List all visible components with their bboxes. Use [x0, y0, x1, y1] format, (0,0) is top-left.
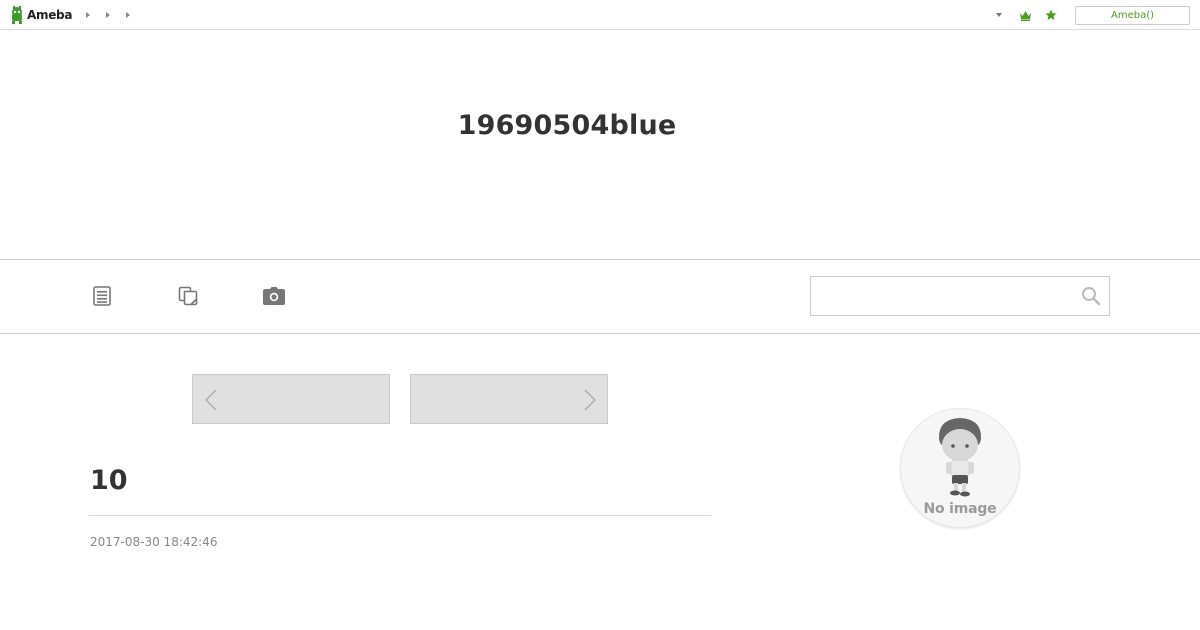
search-box [810, 276, 1110, 316]
star-icon[interactable] [1043, 7, 1059, 23]
chevron-down-icon[interactable] [995, 10, 1005, 20]
previous-entry-button[interactable] [192, 374, 390, 424]
camera-icon[interactable] [262, 284, 286, 308]
chevron-left-icon [205, 389, 217, 411]
chevron-right-icon [584, 389, 596, 411]
global-header: Ameba Ameba() [0, 0, 1200, 30]
themes-icon[interactable] [176, 284, 200, 308]
ameba-mascot-icon [10, 6, 24, 24]
breadcrumb-arrow-icon[interactable] [124, 9, 144, 21]
blog-title[interactable]: 19690504blue [0, 110, 1134, 141]
ameba-login-button[interactable]: Ameba() [1075, 5, 1190, 25]
breadcrumb-arrow-icon[interactable] [84, 9, 104, 21]
blog-nav [0, 259, 1200, 334]
entry-title[interactable]: 10 [90, 465, 128, 496]
no-image-label: No image [923, 501, 997, 517]
header-tools: Ameba() [995, 5, 1190, 25]
breadcrumb-arrow-icon[interactable] [104, 9, 124, 21]
crown-icon[interactable] [1017, 7, 1033, 23]
avatar-placeholder-icon [939, 418, 981, 497]
logo-text: Ameba [27, 8, 73, 22]
entry-date: 2017-08-30 18:42:46 [90, 535, 218, 549]
entries-list-icon[interactable] [90, 284, 114, 308]
breadcrumb [84, 9, 144, 21]
divider [89, 515, 711, 516]
search-icon[interactable] [1081, 286, 1101, 306]
profile-avatar[interactable]: No image [900, 408, 1020, 528]
search-input[interactable] [811, 277, 1071, 315]
ameba-logo[interactable]: Ameba [10, 5, 72, 25]
next-entry-button[interactable] [410, 374, 608, 424]
